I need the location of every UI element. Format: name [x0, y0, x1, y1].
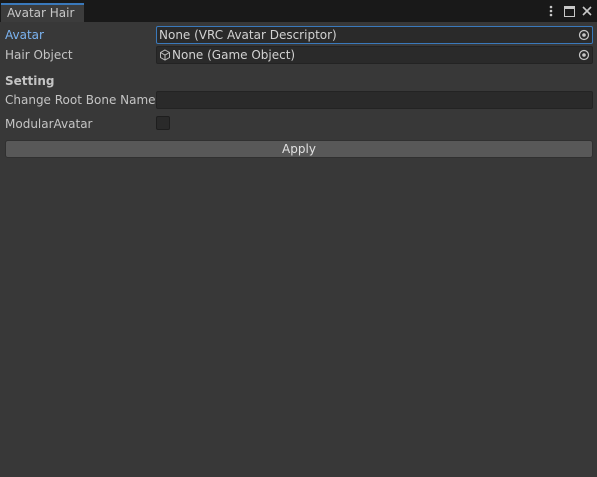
- hair-object-label: Hair Object: [5, 48, 73, 62]
- close-icon[interactable]: [581, 4, 593, 18]
- modular-avatar-label: ModularAvatar: [5, 117, 93, 131]
- setting-header: Setting: [5, 74, 55, 88]
- modular-avatar-row: ModularAvatar: [5, 115, 593, 133]
- apply-button[interactable]: Apply: [5, 140, 593, 158]
- inspector-content: Avatar None (VRC Avatar Descriptor) Hair…: [0, 22, 597, 477]
- avatar-object-field[interactable]: None (VRC Avatar Descriptor): [156, 26, 593, 44]
- avatar-row: Avatar None (VRC Avatar Descriptor): [5, 26, 593, 44]
- maximize-icon[interactable]: [563, 4, 575, 18]
- tab-bar: Avatar Hair: [0, 0, 597, 22]
- window-controls: [545, 3, 593, 19]
- hair-object-field-value: None (Game Object): [172, 48, 296, 62]
- hair-object-field[interactable]: None (Game Object): [156, 46, 593, 64]
- object-picker-icon[interactable]: [578, 29, 590, 41]
- object-picker-icon[interactable]: [578, 49, 590, 61]
- editor-window: Avatar Hair Avatar None (VRC Avatar Desc…: [0, 0, 597, 477]
- change-root-bone-row: Change Root Bone Name: [5, 91, 593, 109]
- avatar-field-value: None (VRC Avatar Descriptor): [159, 28, 337, 42]
- change-root-bone-input[interactable]: [156, 91, 593, 109]
- tab-avatar-hair[interactable]: Avatar Hair: [1, 3, 84, 22]
- change-root-bone-label: Change Root Bone Name: [5, 93, 156, 107]
- kebab-menu-icon[interactable]: [545, 4, 557, 18]
- hair-object-row: Hair Object None (Game Object): [5, 46, 593, 64]
- setting-header-row: Setting: [5, 72, 593, 90]
- avatar-label: Avatar: [5, 28, 44, 42]
- modular-avatar-checkbox[interactable]: [156, 116, 170, 130]
- cube-icon: [159, 49, 171, 61]
